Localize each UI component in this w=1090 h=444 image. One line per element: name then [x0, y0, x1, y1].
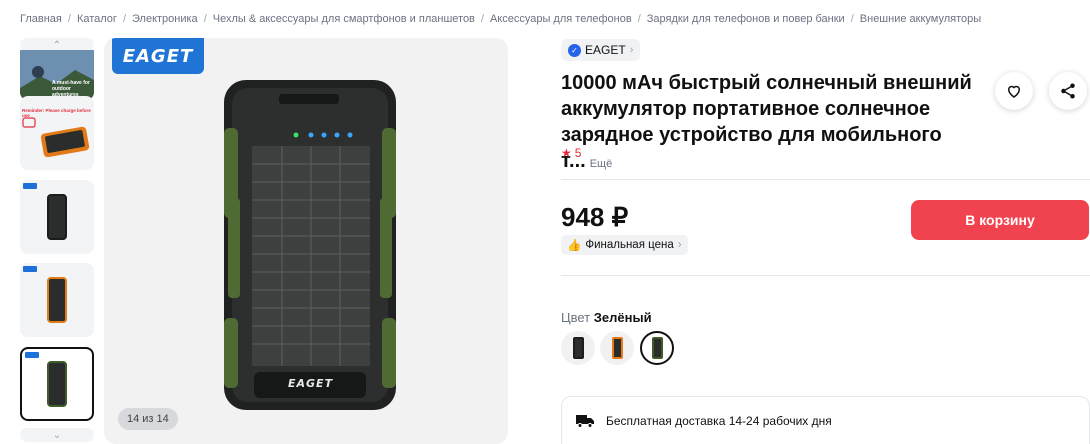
- divider: [561, 179, 1090, 180]
- chevron-down-icon: ⌄: [52, 429, 62, 441]
- color-swatch-green-selected[interactable]: [640, 331, 674, 365]
- breadcrumb-cases[interactable]: Чехлы & аксессуары для смартфонов и план…: [213, 13, 475, 25]
- chevron-right-icon: ›: [677, 239, 682, 251]
- brand-name: EAGET: [585, 43, 626, 57]
- breadcrumb: Главная / Каталог / Электроника / Чехлы & аксе…: [20, 13, 982, 25]
- rating-value: 5: [574, 146, 582, 160]
- price: 948 ₽: [561, 202, 629, 232]
- final-price-chip[interactable]: 👍 Финальная цена ›: [561, 235, 688, 255]
- orange-bank-icon: [47, 277, 67, 323]
- thumbnail-4[interactable]: [20, 263, 94, 337]
- color-swatch-orange[interactable]: [600, 331, 634, 365]
- image-counter: 14 из 14: [118, 408, 178, 430]
- brand-chip[interactable]: ✓ EAGET ›: [561, 39, 641, 61]
- thumbs-up-icon: 👍: [567, 240, 582, 252]
- breadcrumb-electronics[interactable]: Электроника: [132, 13, 198, 25]
- main-product-image[interactable]: EAGET EAGET 14 из 14: [104, 38, 508, 444]
- product-title-text: 10000 мАч быстрый солнечный внешний акку…: [561, 72, 972, 172]
- device-brand-text: EAGET: [288, 377, 334, 390]
- star-icon: ★: [561, 146, 572, 160]
- thumb-scroll-down-button[interactable]: ⌄: [20, 428, 94, 442]
- black-bank-icon: [572, 337, 584, 359]
- color-key: Цвет: [561, 310, 591, 325]
- rating[interactable]: ★ 5: [561, 146, 581, 160]
- green-bank-icon: [651, 337, 663, 359]
- thumb-caption: Reminder: Please charge before use: [22, 108, 91, 118]
- heart-icon: [1007, 85, 1021, 98]
- truck-icon: [576, 414, 594, 428]
- share-icon: [1061, 83, 1075, 99]
- add-to-cart-button[interactable]: В корзину: [911, 200, 1089, 240]
- color-value: Зелёный: [593, 310, 652, 325]
- chevron-up-icon: ⌃: [52, 39, 62, 51]
- verified-check-icon: ✓: [568, 43, 581, 57]
- breadcrumb-chargers[interactable]: Зарядки для телефонов и повер банки: [647, 13, 845, 25]
- mini-brand-logo: [23, 183, 37, 189]
- color-label: Цвет Зелёный: [561, 310, 652, 325]
- share-button[interactable]: [1049, 72, 1087, 110]
- show-more-link[interactable]: Ещё: [590, 158, 613, 170]
- breadcrumb-catalog[interactable]: Каталог: [77, 13, 117, 25]
- product-title: 10000 мАч быстрый солнечный внешний акку…: [561, 70, 981, 177]
- delivery-text: Бесплатная доставка 14-24 рабочих дня: [606, 413, 832, 428]
- delivery-info[interactable]: Бесплатная доставка 14-24 рабочих дня: [561, 396, 1090, 444]
- orange-bank-icon: [611, 337, 623, 359]
- breadcrumb-home[interactable]: Главная: [20, 13, 62, 25]
- black-bank-icon: [47, 194, 67, 240]
- breadcrumb-phone-accessories[interactable]: Аксессуары для телефонов: [490, 13, 632, 25]
- thumbnail-3[interactable]: [20, 180, 94, 254]
- final-price-label: Финальная цена: [585, 239, 674, 251]
- green-bank-icon: [47, 361, 67, 407]
- mini-brand-logo: [23, 266, 37, 272]
- thumbnail-5-selected[interactable]: [20, 347, 94, 421]
- favorite-button[interactable]: [995, 72, 1033, 110]
- thumbnail-2[interactable]: Reminder: Please charge before use: [20, 96, 94, 170]
- breadcrumb-power-banks[interactable]: Внешние аккумуляторы: [860, 13, 981, 25]
- chevron-right-icon: ›: [629, 44, 634, 56]
- color-swatch-black[interactable]: [561, 331, 595, 365]
- divider: [561, 275, 1090, 276]
- mini-brand-logo: [25, 352, 39, 358]
- thumbnail-1[interactable]: A must-have for outdoor adventures: [20, 50, 94, 100]
